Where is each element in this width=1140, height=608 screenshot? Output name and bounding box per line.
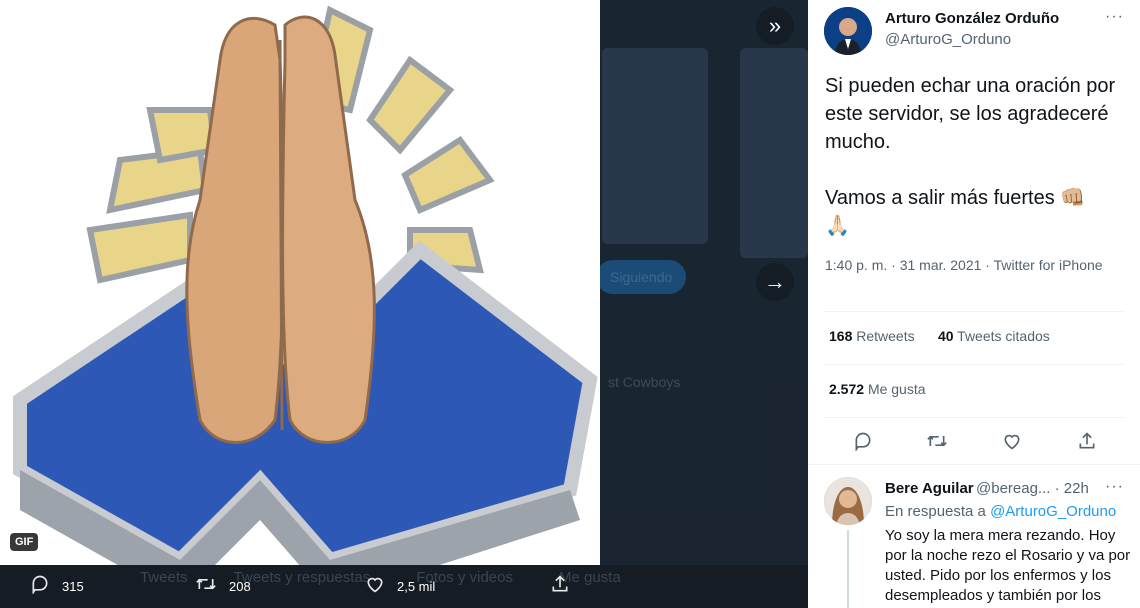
reply-action[interactable]: 315 [30,565,84,608]
reply-author-name[interactable]: Bere Aguilar [885,480,974,497]
mention-link[interactable]: @ArturoG_Orduno [990,503,1116,520]
likes-stat[interactable]: 2.572 Me gusta [829,381,926,397]
reply-icon [30,574,50,600]
retweet-button[interactable] [919,423,955,459]
reply-avatar[interactable] [824,477,872,525]
double-chevron-right-icon: » [768,13,782,38]
share-button[interactable] [1069,423,1105,459]
reply-count: 315 [62,579,84,594]
thread-line [847,530,849,608]
background-text: st Cowboys [608,374,681,390]
author-handle[interactable]: @ArturoG_Orduno [885,31,1011,48]
tweet-stats: 168 Retweets 40 Tweets citados [829,328,1050,344]
divider [824,364,1124,365]
dimmed-background: Siguiendo st Cowboys [596,0,808,608]
share-icon [1079,432,1095,449]
gif-image[interactable]: GIF [0,0,600,565]
tweet-paragraph: Vamos a salir más fuertes 👊🏼 🙏🏻 [825,184,1125,240]
more-options-icon[interactable]: ··· [1105,8,1124,26]
divider [824,311,1124,312]
reply-button[interactable] [845,423,881,459]
like-action[interactable]: 2,5 mil [365,565,435,608]
author-name[interactable]: Arturo González Orduño [885,10,1059,27]
tweet-paragraph: Si pueden echar una oración por este ser… [825,75,1116,153]
reply-text: Yo soy la mera mera rezando. Hoy por la … [885,527,1131,604]
tweet-detail-panel: Arturo González Orduño @ArturoG_Orduno ·… [808,0,1140,608]
collapse-panel-button[interactable]: » [756,7,794,45]
background-image [602,48,708,244]
fist-emoji-icon: 👊🏼 [1060,187,1086,209]
retweet-count: 208 [229,579,251,594]
divider [824,417,1124,418]
retweet-icon [195,574,217,600]
share-icon [550,574,570,600]
tweet-timestamp[interactable]: 1:40 p. m. · 31 mar. 2021 · Twitter for … [825,255,1105,275]
share-action[interactable] [550,565,582,608]
heart-icon [1004,434,1020,450]
media-viewer: Siguiendo st Cowboys GIF » → Tweets Twee… [0,0,808,608]
like-count: 2,5 mil [397,579,436,594]
more-options-icon[interactable]: ··· [1105,478,1124,496]
next-media-button[interactable]: → [756,263,794,301]
like-button[interactable] [994,423,1030,459]
praying-hands-icon [13,5,598,565]
author-avatar[interactable] [824,7,872,55]
gif-badge: GIF [10,533,39,551]
reply-handle-time[interactable]: @bereag... · 22h [976,480,1089,497]
background-image [740,48,808,258]
heart-icon [365,574,385,600]
tweet-text: Si pueden echar una oración por este ser… [825,72,1125,240]
background-follow-pill: Siguiendo [596,260,687,294]
quote-tweets-stat[interactable]: 40 Tweets citados [938,328,1050,344]
tweet-paragraph-text: Vamos a salir más fuertes [825,187,1055,209]
tweet-action-bar [808,423,1140,459]
retweet-icon [927,435,947,447]
reply-context: En respuesta a @ArturoG_Orduno [885,503,1117,520]
retweets-stat[interactable]: 168 Retweets [829,328,915,344]
reply-icon [855,432,871,451]
media-action-bar: Tweets Tweets y respuestas Fotos y videos M… [0,565,808,608]
praying-hands-emoji-icon: 🙏🏻 [825,215,850,237]
divider [808,464,1140,465]
retweet-action[interactable]: 208 [195,565,251,608]
arrow-right-icon: → [764,269,786,294]
